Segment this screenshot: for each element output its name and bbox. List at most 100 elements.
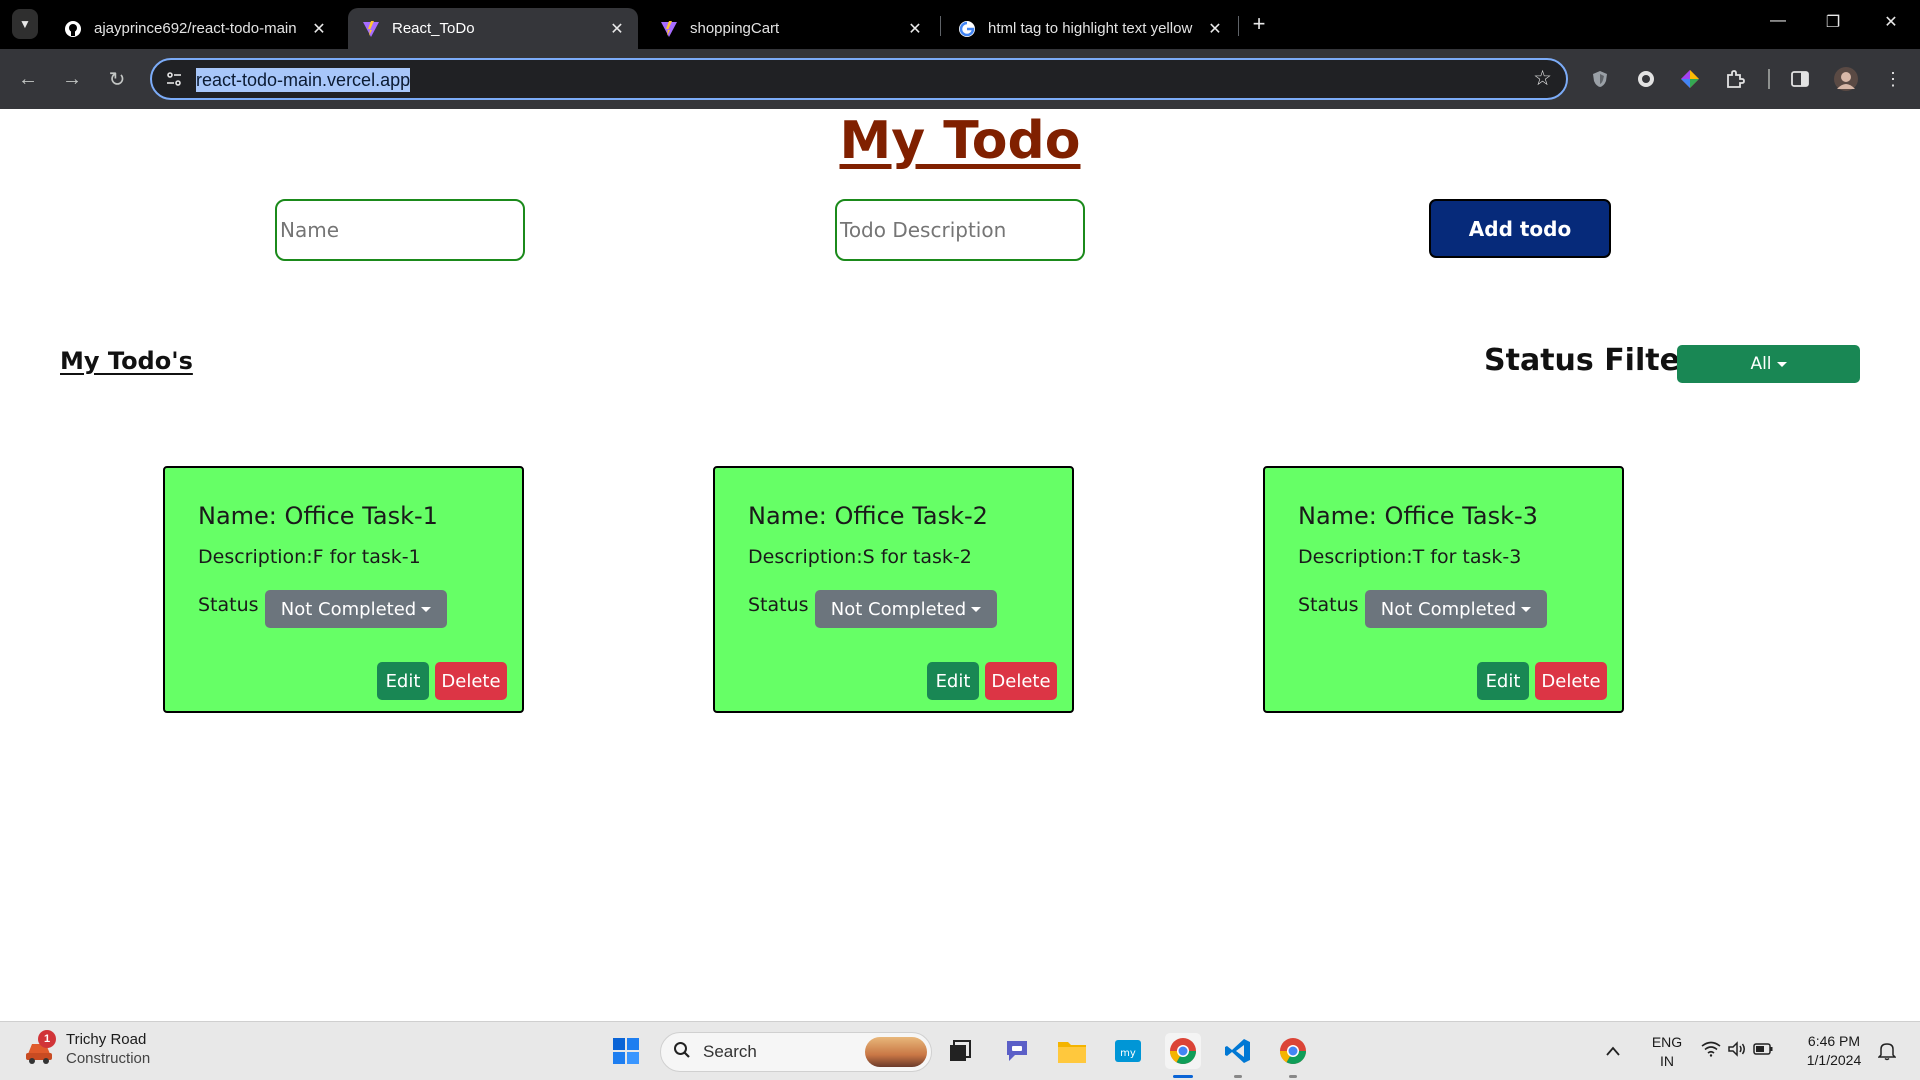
add-todo-button[interactable]: Add todo <box>1429 199 1611 258</box>
file-explorer-icon[interactable] <box>1054 1033 1090 1069</box>
tab-google-search[interactable]: html tag to highlight text yellow ✕ <box>944 8 1236 49</box>
task-view-icon[interactable] <box>942 1033 978 1069</box>
myhp-icon[interactable]: my <box>1110 1033 1146 1069</box>
extensions-puzzle-icon[interactable] <box>1722 66 1748 92</box>
status-dropdown[interactable]: Not Completed <box>1365 590 1547 628</box>
tab-separator <box>1238 16 1239 36</box>
tab-separator <box>940 16 941 36</box>
delete-button[interactable]: Delete <box>1535 662 1607 700</box>
status-dropdown[interactable]: Not Completed <box>265 590 447 628</box>
edit-button[interactable]: Edit <box>377 662 429 700</box>
edit-button[interactable]: Edit <box>1477 662 1529 700</box>
close-icon[interactable]: ✕ <box>310 19 328 39</box>
todo-name: Name: Office Task-2 <box>748 502 988 530</box>
close-icon[interactable]: ✕ <box>1206 19 1224 39</box>
status-label: Status <box>1298 594 1359 616</box>
name-input[interactable]: Name <box>275 199 525 261</box>
status-filter-dropdown[interactable]: All <box>1677 345 1860 383</box>
page-title: My Todo <box>839 111 1081 171</box>
caret-down-icon <box>421 606 432 612</box>
clock-date: 1/1/2024 <box>1806 1052 1862 1068</box>
teams-chat-icon[interactable] <box>999 1033 1035 1069</box>
status-dropdown[interactable]: Not Completed <box>815 590 997 628</box>
url-text[interactable]: react-todo-main.vercel.app <box>196 68 411 92</box>
todo-description: Description:F for task-1 <box>198 546 421 568</box>
traffic-icon: 1 <box>22 1030 56 1066</box>
extension-circle-icon[interactable] <box>1633 66 1659 92</box>
delete-button[interactable]: Delete <box>985 662 1057 700</box>
tab-title: html tag to highlight text yellow <box>988 20 1193 37</box>
arrow-left-icon: ← <box>18 67 38 90</box>
windows-start-icon[interactable] <box>608 1033 644 1069</box>
system-tray-status[interactable] <box>1697 1033 1777 1069</box>
search-icon <box>673 1041 691 1064</box>
tab-title: shoppingCart <box>690 20 780 37</box>
volume-icon <box>1727 1040 1747 1062</box>
chrome-profile-icon[interactable] <box>1275 1033 1311 1069</box>
todo-name: Name: Office Task-1 <box>198 502 438 530</box>
todo-card: Name: Office Task-2 Description:S for ta… <box>713 466 1074 713</box>
delete-button[interactable]: Delete <box>435 662 507 700</box>
browser-toolbar: ← → ↻ react-todo-main.vercel.app ☆ ⋮ <box>0 49 1920 109</box>
bookmark-star-icon[interactable]: ☆ <box>1533 66 1552 91</box>
search-highlight-image <box>865 1037 927 1067</box>
arrow-right-icon: → <box>62 67 82 90</box>
status-filter-value: All <box>1750 354 1772 374</box>
close-icon[interactable]: ✕ <box>906 19 924 39</box>
language-line1: ENG <box>1651 1034 1683 1050</box>
caret-down-icon <box>1521 606 1532 612</box>
chevron-up-icon[interactable] <box>1600 1033 1626 1069</box>
language-indicator[interactable]: ENG IN <box>1648 1033 1686 1071</box>
tab-react-todo[interactable]: React_ToDo ✕ <box>348 8 638 49</box>
menu-kebab-icon[interactable]: ⋮ <box>1880 66 1906 92</box>
clock-time: 6:46 PM <box>1807 1033 1861 1049</box>
back-button[interactable]: ← <box>14 65 42 93</box>
shield-extension-icon[interactable] <box>1587 66 1613 92</box>
tab-shopping-cart[interactable]: shoppingCart ✕ <box>646 8 936 49</box>
taskbar: 1 Trichy Road Construction Search my ENG… <box>0 1021 1920 1080</box>
vscode-icon[interactable] <box>1220 1033 1256 1069</box>
running-app-indicator <box>1234 1075 1242 1078</box>
vite-icon <box>362 20 380 38</box>
tab-search-button[interactable]: ▼ <box>12 9 38 39</box>
status-value: Not Completed <box>1380 598 1517 620</box>
minimize-button[interactable]: — <box>1763 12 1793 30</box>
caret-down-icon <box>1776 361 1787 367</box>
chrome-taskbar-icon[interactable] <box>1165 1033 1201 1069</box>
tab-github[interactable]: ajayprince692/react-todo-main ✕ <box>50 8 340 49</box>
description-input[interactable]: Todo Description <box>835 199 1085 261</box>
todo-name: Name: Office Task-3 <box>1298 502 1538 530</box>
tab-title: ajayprince692/react-todo-main <box>94 20 297 37</box>
profile-avatar-icon[interactable] <box>1833 66 1859 92</box>
reload-button[interactable]: ↻ <box>103 65 131 93</box>
weather-line1: Trichy Road <box>66 1031 147 1048</box>
weather-line2: Construction <box>66 1050 151 1067</box>
restore-button[interactable]: ❐ <box>1818 12 1848 32</box>
todo-description: Description:T for task-3 <box>1298 546 1522 568</box>
notification-bell-icon[interactable] <box>1873 1033 1901 1069</box>
color-picker-extension-icon[interactable] <box>1677 66 1703 92</box>
caret-down-icon <box>971 606 982 612</box>
todo-card: Name: Office Task-1 Description:F for ta… <box>163 466 524 713</box>
clock[interactable]: 6:46 PM 1/1/2024 <box>1796 1032 1872 1070</box>
vite-icon <box>660 20 678 38</box>
wifi-icon <box>1701 1041 1721 1062</box>
close-icon[interactable]: ✕ <box>608 19 626 39</box>
edit-button[interactable]: Edit <box>927 662 979 700</box>
forward-button[interactable]: → <box>58 65 86 93</box>
running-app-indicator <box>1289 1075 1297 1078</box>
address-bar[interactable]: react-todo-main.vercel.app ☆ <box>150 58 1568 100</box>
site-info-icon[interactable] <box>162 67 186 91</box>
window-close-button[interactable]: ✕ <box>1876 12 1906 32</box>
todo-description: Description:S for task-2 <box>748 546 972 568</box>
todo-card: Name: Office Task-3 Description:T for ta… <box>1263 466 1624 713</box>
weather-widget[interactable]: 1 Trichy Road Construction <box>22 1030 150 1068</box>
new-tab-button[interactable]: + <box>1246 11 1272 37</box>
status-label: Status <box>748 594 809 616</box>
section-title: My Todo's <box>60 347 193 375</box>
tab-title: React_ToDo <box>392 20 475 37</box>
side-panel-icon[interactable] <box>1787 66 1813 92</box>
github-icon <box>64 20 82 38</box>
taskbar-search[interactable]: Search <box>660 1032 932 1072</box>
chevron-down-icon: ▼ <box>19 17 31 31</box>
